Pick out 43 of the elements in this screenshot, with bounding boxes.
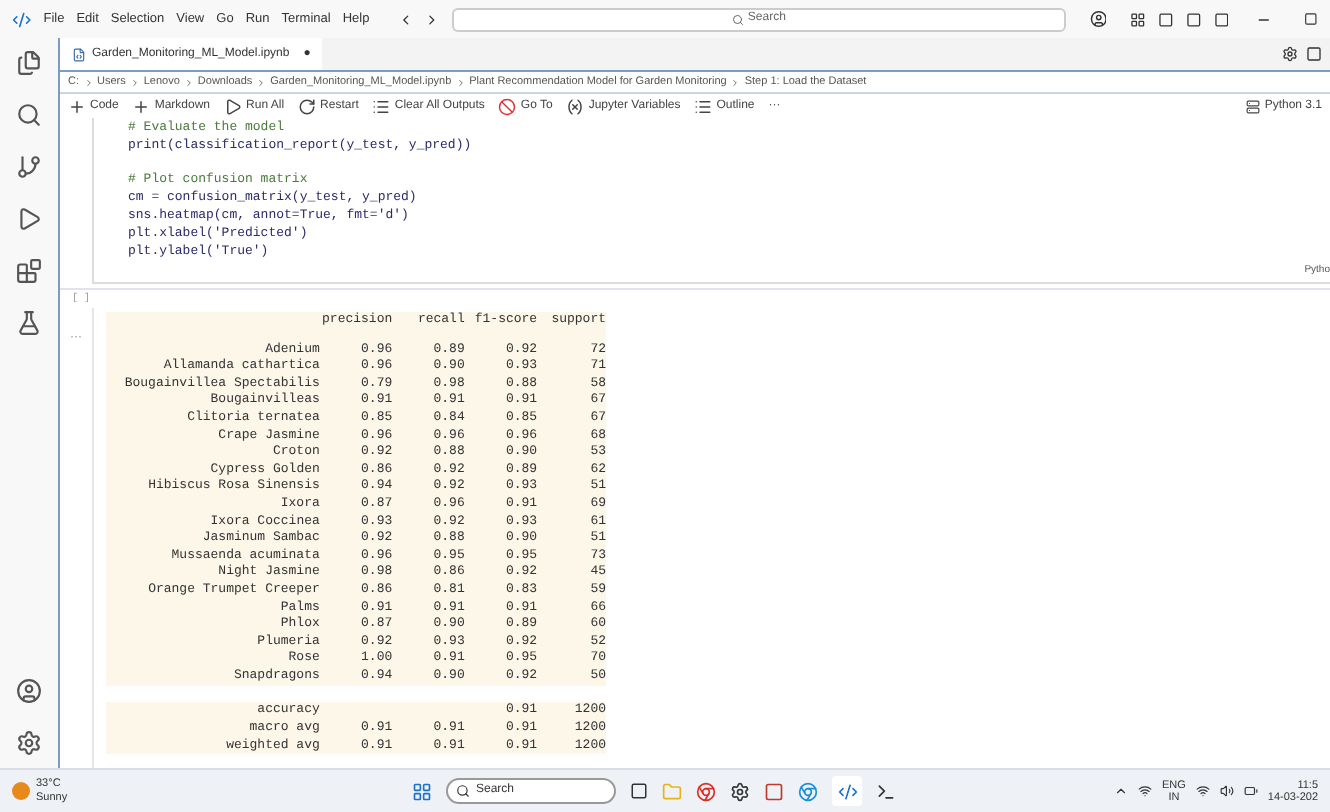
chevron-icon [83,77,93,87]
layout-icon[interactable] [1130,11,1147,27]
battery-icon[interactable] [1243,784,1258,798]
chevron-icon [455,77,466,87]
variables-icon [566,97,585,115]
code-cell[interactable] [92,118,1330,284]
search-icon [456,784,470,798]
plus-icon [132,97,151,115]
chevron-icon [256,77,267,87]
chevron-icon [129,77,140,87]
weather-icon [12,782,30,800]
wifi-icon[interactable] [1195,784,1210,798]
account-icon[interactable] [16,678,42,704]
plus-icon [68,97,86,115]
chevron-icon [183,77,194,87]
search-icon [731,13,744,25]
run-icon[interactable] [16,206,42,232]
settings-icon[interactable] [1282,46,1298,62]
start-icon[interactable] [412,781,432,801]
browser-icon[interactable] [696,781,716,801]
search-icon[interactable] [16,102,42,128]
branch-icon[interactable] [16,154,42,180]
app-logo-icon [12,9,32,29]
circle-icon [498,97,517,115]
restore-icon[interactable] [1304,12,1319,26]
settings-icon[interactable] [16,730,42,756]
chevron-icon [730,77,741,87]
app-icon[interactable] [730,781,750,801]
server-icon [1246,99,1261,113]
restart-icon [298,97,317,115]
list-icon [694,97,713,115]
extensions-icon[interactable] [16,258,42,284]
files-icon[interactable] [16,50,42,76]
run-icon [224,97,243,115]
browser-icon[interactable] [798,781,818,801]
task-view-icon[interactable] [630,782,648,800]
flask-icon[interactable] [16,310,42,336]
back-icon[interactable] [397,11,413,27]
volume-icon[interactable] [1219,784,1234,798]
file-icon [72,47,86,61]
app-icon[interactable] [764,781,784,801]
tray-chevron-icon[interactable] [1114,784,1128,798]
terminal-icon[interactable] [876,781,896,801]
